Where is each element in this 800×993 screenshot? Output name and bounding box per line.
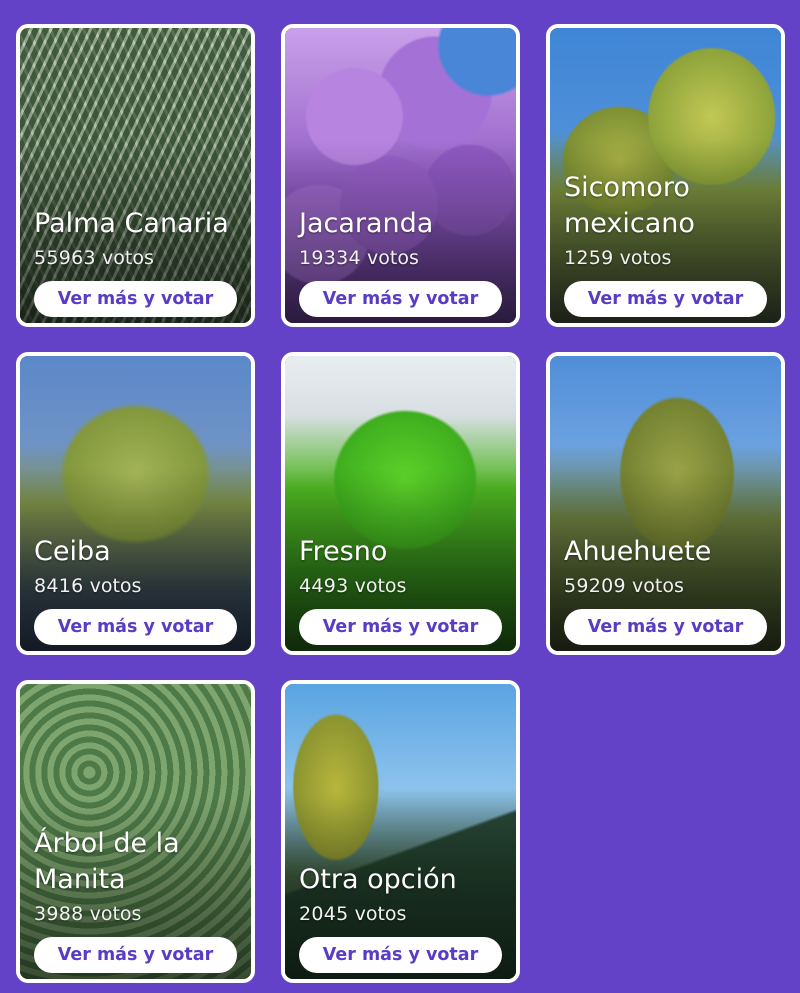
- tree-name: Árbol de la Manita: [34, 828, 180, 895]
- view-and-vote-button[interactable]: Ver más y votar: [34, 937, 237, 973]
- tree-card[interactable]: Palma Canaria 55963 votos Ver más y vota…: [16, 24, 255, 327]
- tree-name: Otra opción: [299, 864, 457, 895]
- vote-count: 8416 votos: [34, 575, 142, 597]
- tree-card[interactable]: Jacaranda 19334 votos Ver más y votar: [281, 24, 520, 327]
- view-and-vote-button[interactable]: Ver más y votar: [299, 937, 502, 973]
- tree-card[interactable]: Ahuehuete 59209 votos Ver más y votar: [546, 352, 785, 655]
- view-and-vote-button[interactable]: Ver más y votar: [299, 281, 502, 317]
- vote-count: 4493 votos: [299, 575, 407, 597]
- tree-name: Fresno: [299, 536, 388, 567]
- vote-count: 2045 votos: [299, 903, 407, 925]
- view-and-vote-button[interactable]: Ver más y votar: [299, 609, 502, 645]
- tree-name: Sicomoro mexicano: [564, 172, 695, 239]
- vote-count: 19334 votos: [299, 247, 419, 269]
- vote-count: 59209 votos: [564, 575, 684, 597]
- tree-name: Jacaranda: [299, 208, 434, 239]
- tree-card[interactable]: Fresno 4493 votos Ver más y votar: [281, 352, 520, 655]
- view-and-vote-button[interactable]: Ver más y votar: [564, 609, 767, 645]
- tree-card[interactable]: Otra opción 2045 votos Ver más y votar: [281, 680, 520, 983]
- tree-card[interactable]: Árbol de la Manita 3988 votos Ver más y …: [16, 680, 255, 983]
- vote-count: 1259 votos: [564, 247, 672, 269]
- tree-name: Ceiba: [34, 536, 111, 567]
- tree-card[interactable]: Ceiba 8416 votos Ver más y votar: [16, 352, 255, 655]
- vote-count: 3988 votos: [34, 903, 142, 925]
- view-and-vote-button[interactable]: Ver más y votar: [34, 281, 237, 317]
- vote-count: 55963 votos: [34, 247, 154, 269]
- tree-card[interactable]: Sicomoro mexicano 1259 votos Ver más y v…: [546, 24, 785, 327]
- tree-card-grid: Palma Canaria 55963 votos Ver más y vota…: [16, 24, 785, 983]
- view-and-vote-button[interactable]: Ver más y votar: [564, 281, 767, 317]
- tree-name: Ahuehuete: [564, 536, 712, 567]
- view-and-vote-button[interactable]: Ver más y votar: [34, 609, 237, 645]
- tree-name: Palma Canaria: [34, 208, 229, 239]
